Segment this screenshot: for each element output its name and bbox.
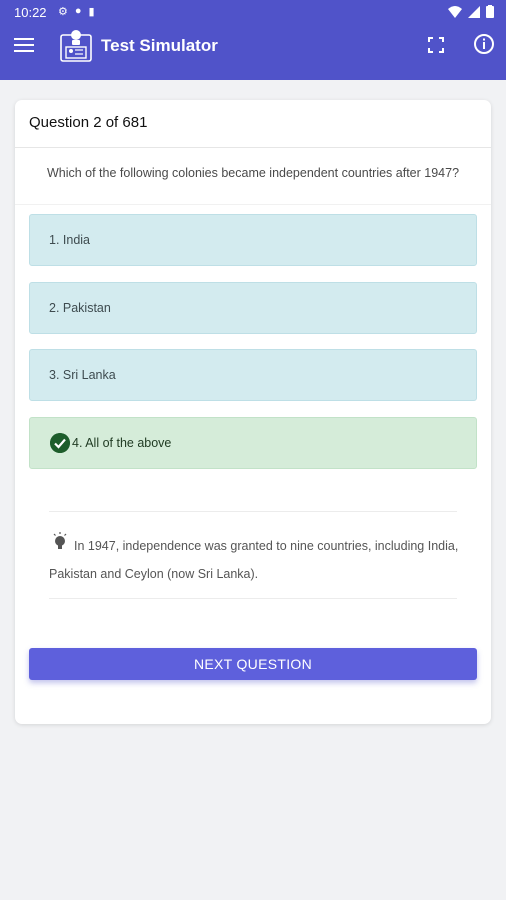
clipboard-icon: ▮ (88, 6, 95, 18)
app-logo-icon (60, 30, 92, 62)
explanation-text: In 1947, independence was granted to nin… (49, 539, 459, 581)
answer-option-label: 1. India (49, 233, 91, 247)
status-time: 10:22 (14, 5, 47, 20)
settings-icon: ⚙ (58, 6, 68, 18)
status-bar: 10:22 ⚙ ● ▮ (0, 0, 506, 24)
app-bar: 10:22 ⚙ ● ▮ Test Simulator (0, 0, 506, 80)
fullscreen-icon[interactable] (427, 36, 445, 54)
wifi-icon (448, 5, 462, 18)
divider (49, 598, 457, 599)
toolbar: Test Simulator (0, 24, 506, 80)
divider (49, 511, 457, 512)
question-card: Question 2 of 681 Which of the following… (15, 100, 491, 724)
question-text: Which of the following colonies became i… (46, 166, 460, 180)
question-header: Question 2 of 681 (15, 100, 491, 148)
answer-option-label: 4. All of the above (72, 436, 172, 450)
answer-option-3[interactable]: 3. Sri Lanka (29, 349, 477, 401)
battery-icon (486, 5, 494, 18)
status-system-icons (448, 5, 494, 18)
info-icon[interactable] (473, 33, 495, 55)
divider (15, 204, 491, 205)
status-notification-icons: ⚙ ● ▮ (58, 5, 95, 18)
question-counter: Question 2 of 681 (29, 114, 148, 131)
app-title: Test Simulator (101, 36, 218, 55)
answer-option-4-correct[interactable]: 4. All of the above (29, 417, 477, 469)
next-question-button[interactable]: NEXT QUESTION (29, 648, 477, 680)
check-circle-icon (50, 433, 70, 453)
signal-icon (468, 5, 480, 18)
answer-option-label: 2. Pakistan (49, 301, 111, 315)
answer-option-1[interactable]: 1. India (29, 214, 477, 266)
answer-option-label: 3. Sri Lanka (49, 368, 116, 382)
menu-icon[interactable] (14, 38, 34, 54)
answer-option-2[interactable]: 2. Pakistan (29, 282, 477, 334)
chat-icon: ● (74, 5, 82, 17)
